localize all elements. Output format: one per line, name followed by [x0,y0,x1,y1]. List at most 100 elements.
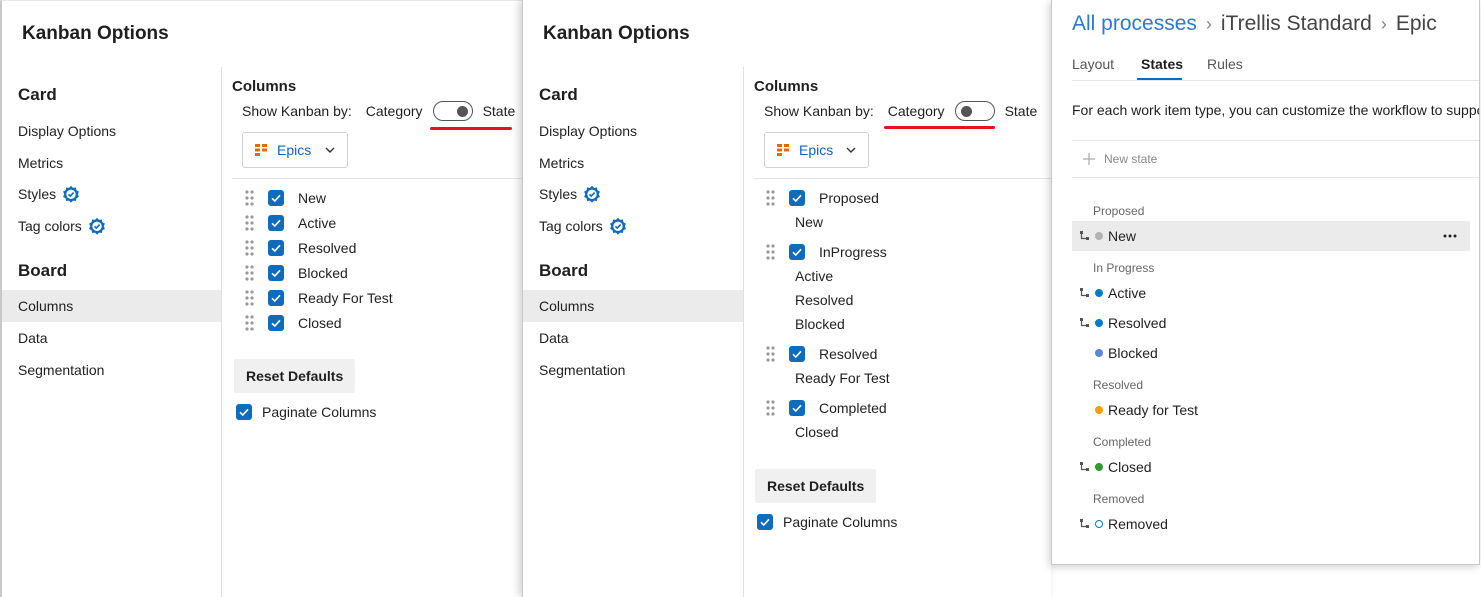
new-state-button[interactable]: New state [1082,152,1157,166]
nav-item-styles[interactable]: Styles [18,185,80,203]
breadcrumb-all-processes[interactable]: All processes [1072,12,1197,36]
paginate-checkbox[interactable] [757,514,773,530]
toolbar-divider-top [1072,140,1479,141]
nav-item-data[interactable]: Data [539,330,569,346]
column-row[interactable]: Blocked [245,265,348,281]
nav-item-display-options[interactable]: Display Options [539,123,637,139]
category-label: Proposed [819,190,879,206]
nav-item-label: Columns [18,298,74,314]
more-options-icon[interactable] [1442,228,1458,244]
state-color-dot [1095,232,1103,240]
state-row[interactable]: Active [1072,278,1470,308]
workflow-state-icon [1080,318,1089,327]
state-color-dot [1095,520,1103,528]
check-icon [271,319,281,328]
state-row[interactable]: Ready for Test [1072,395,1470,425]
view-mode-toggle[interactable] [432,101,473,121]
column-checkbox[interactable] [268,240,284,256]
nav-item-segmentation[interactable]: Segmentation [18,362,104,378]
column-row[interactable]: Resolved [245,240,356,256]
tab-rules[interactable]: Rules [1207,56,1243,72]
nav-item-metrics[interactable]: Metrics [18,155,63,171]
category-row[interactable]: Completed [766,400,887,416]
column-checkbox[interactable] [268,315,284,331]
state-row[interactable]: Removed [1072,509,1470,539]
reset-defaults-button[interactable]: Reset Defaults [234,359,356,393]
nav-item-columns[interactable]: Columns [539,298,594,314]
drag-handle-icon [766,400,775,416]
column-checkbox[interactable] [789,346,805,362]
category-state-label: Resolved [795,292,854,308]
paginate-checkbox[interactable] [236,404,252,420]
state-row[interactable]: Resolved [1072,308,1470,338]
column-label: Resolved [298,240,357,256]
toggle-label-category: Category [887,103,945,119]
column-checkbox[interactable] [789,400,805,416]
section-divider [232,178,522,179]
view-mode-toggle[interactable] [954,101,995,121]
tab-layout[interactable]: Layout [1072,56,1114,72]
nav-item-styles[interactable]: Styles [539,185,601,203]
column-checkbox[interactable] [268,265,284,281]
nav-item-tag-colors[interactable]: Tag colors [18,217,106,235]
workflow-state-icon [1080,231,1089,240]
verified-badge-icon [609,217,626,235]
check-icon [271,194,281,203]
state-name: Removed [1108,516,1168,532]
drag-handle-icon [245,190,254,206]
nav-item-label: Display Options [539,123,638,139]
nav-item-metrics[interactable]: Metrics [539,155,584,171]
nav-item-columns[interactable]: Columns [18,298,73,314]
nav-item-label: Styles [539,186,578,202]
annotation-underline [884,126,995,129]
column-row[interactable]: New [245,190,326,206]
paginate-label: Paginate Columns [262,404,377,420]
state-row[interactable]: Closed [1072,452,1470,482]
category-row[interactable]: Resolved [766,346,877,362]
tab-states[interactable]: States [1141,56,1183,72]
column-label: Blocked [298,265,348,281]
state-row[interactable]: New [1072,221,1470,251]
nav-item-display-options[interactable]: Display Options [18,123,116,139]
drag-handle-icon [245,290,254,306]
nav-item-label: Segmentation [539,362,626,378]
column-row[interactable]: Active [245,215,336,231]
check-icon [792,248,802,257]
column-checkbox[interactable] [268,290,284,306]
nav-item-segmentation[interactable]: Segmentation [539,362,625,378]
paginate-columns-option[interactable]: Paginate Columns [236,404,376,420]
category-state-label: Ready For Test [795,370,890,386]
nav-item-tag-colors[interactable]: Tag colors [539,217,627,235]
paginate-columns-option[interactable]: Paginate Columns [757,514,897,530]
state-name: Blocked [1108,345,1158,361]
state-row[interactable]: Blocked [1072,338,1470,368]
column-checkbox[interactable] [789,190,805,206]
nav-item-label: Data [18,330,48,346]
reset-defaults-button[interactable]: Reset Defaults [755,469,877,503]
column-row[interactable]: Ready For Test [245,290,393,306]
column-checkbox[interactable] [268,215,284,231]
column-checkbox[interactable] [268,190,284,206]
nav-item-label: Tag colors [539,218,603,234]
category-row[interactable]: InProgress [766,244,887,260]
work-item-type-dropdown[interactable]: Epics [764,132,869,168]
column-row[interactable]: Closed [245,315,342,331]
backlog-icon [777,144,789,156]
kanban-options-panel-category: Kanban Options Card Display Options Metr… [522,0,1051,597]
show-by-label: Show Kanban by: [764,103,874,119]
check-icon [271,269,281,278]
tabs-divider [1072,80,1479,81]
column-label: New [298,190,327,206]
breadcrumb-process[interactable]: iTrellis Standard [1221,12,1372,36]
state-category-label: Removed [1093,492,1145,506]
state-color-dot [1095,406,1103,414]
nav-heading-card: Card [539,85,578,104]
verified-badge-icon [584,185,601,203]
category-row[interactable]: Proposed [766,190,879,206]
states-description: For each work item type, you can customi… [1072,102,1480,118]
toggle-knob [456,106,468,117]
nav-item-data[interactable]: Data [18,330,48,346]
section-divider [754,178,1051,179]
column-checkbox[interactable] [789,244,805,260]
work-item-type-dropdown[interactable]: Epics [242,132,348,168]
